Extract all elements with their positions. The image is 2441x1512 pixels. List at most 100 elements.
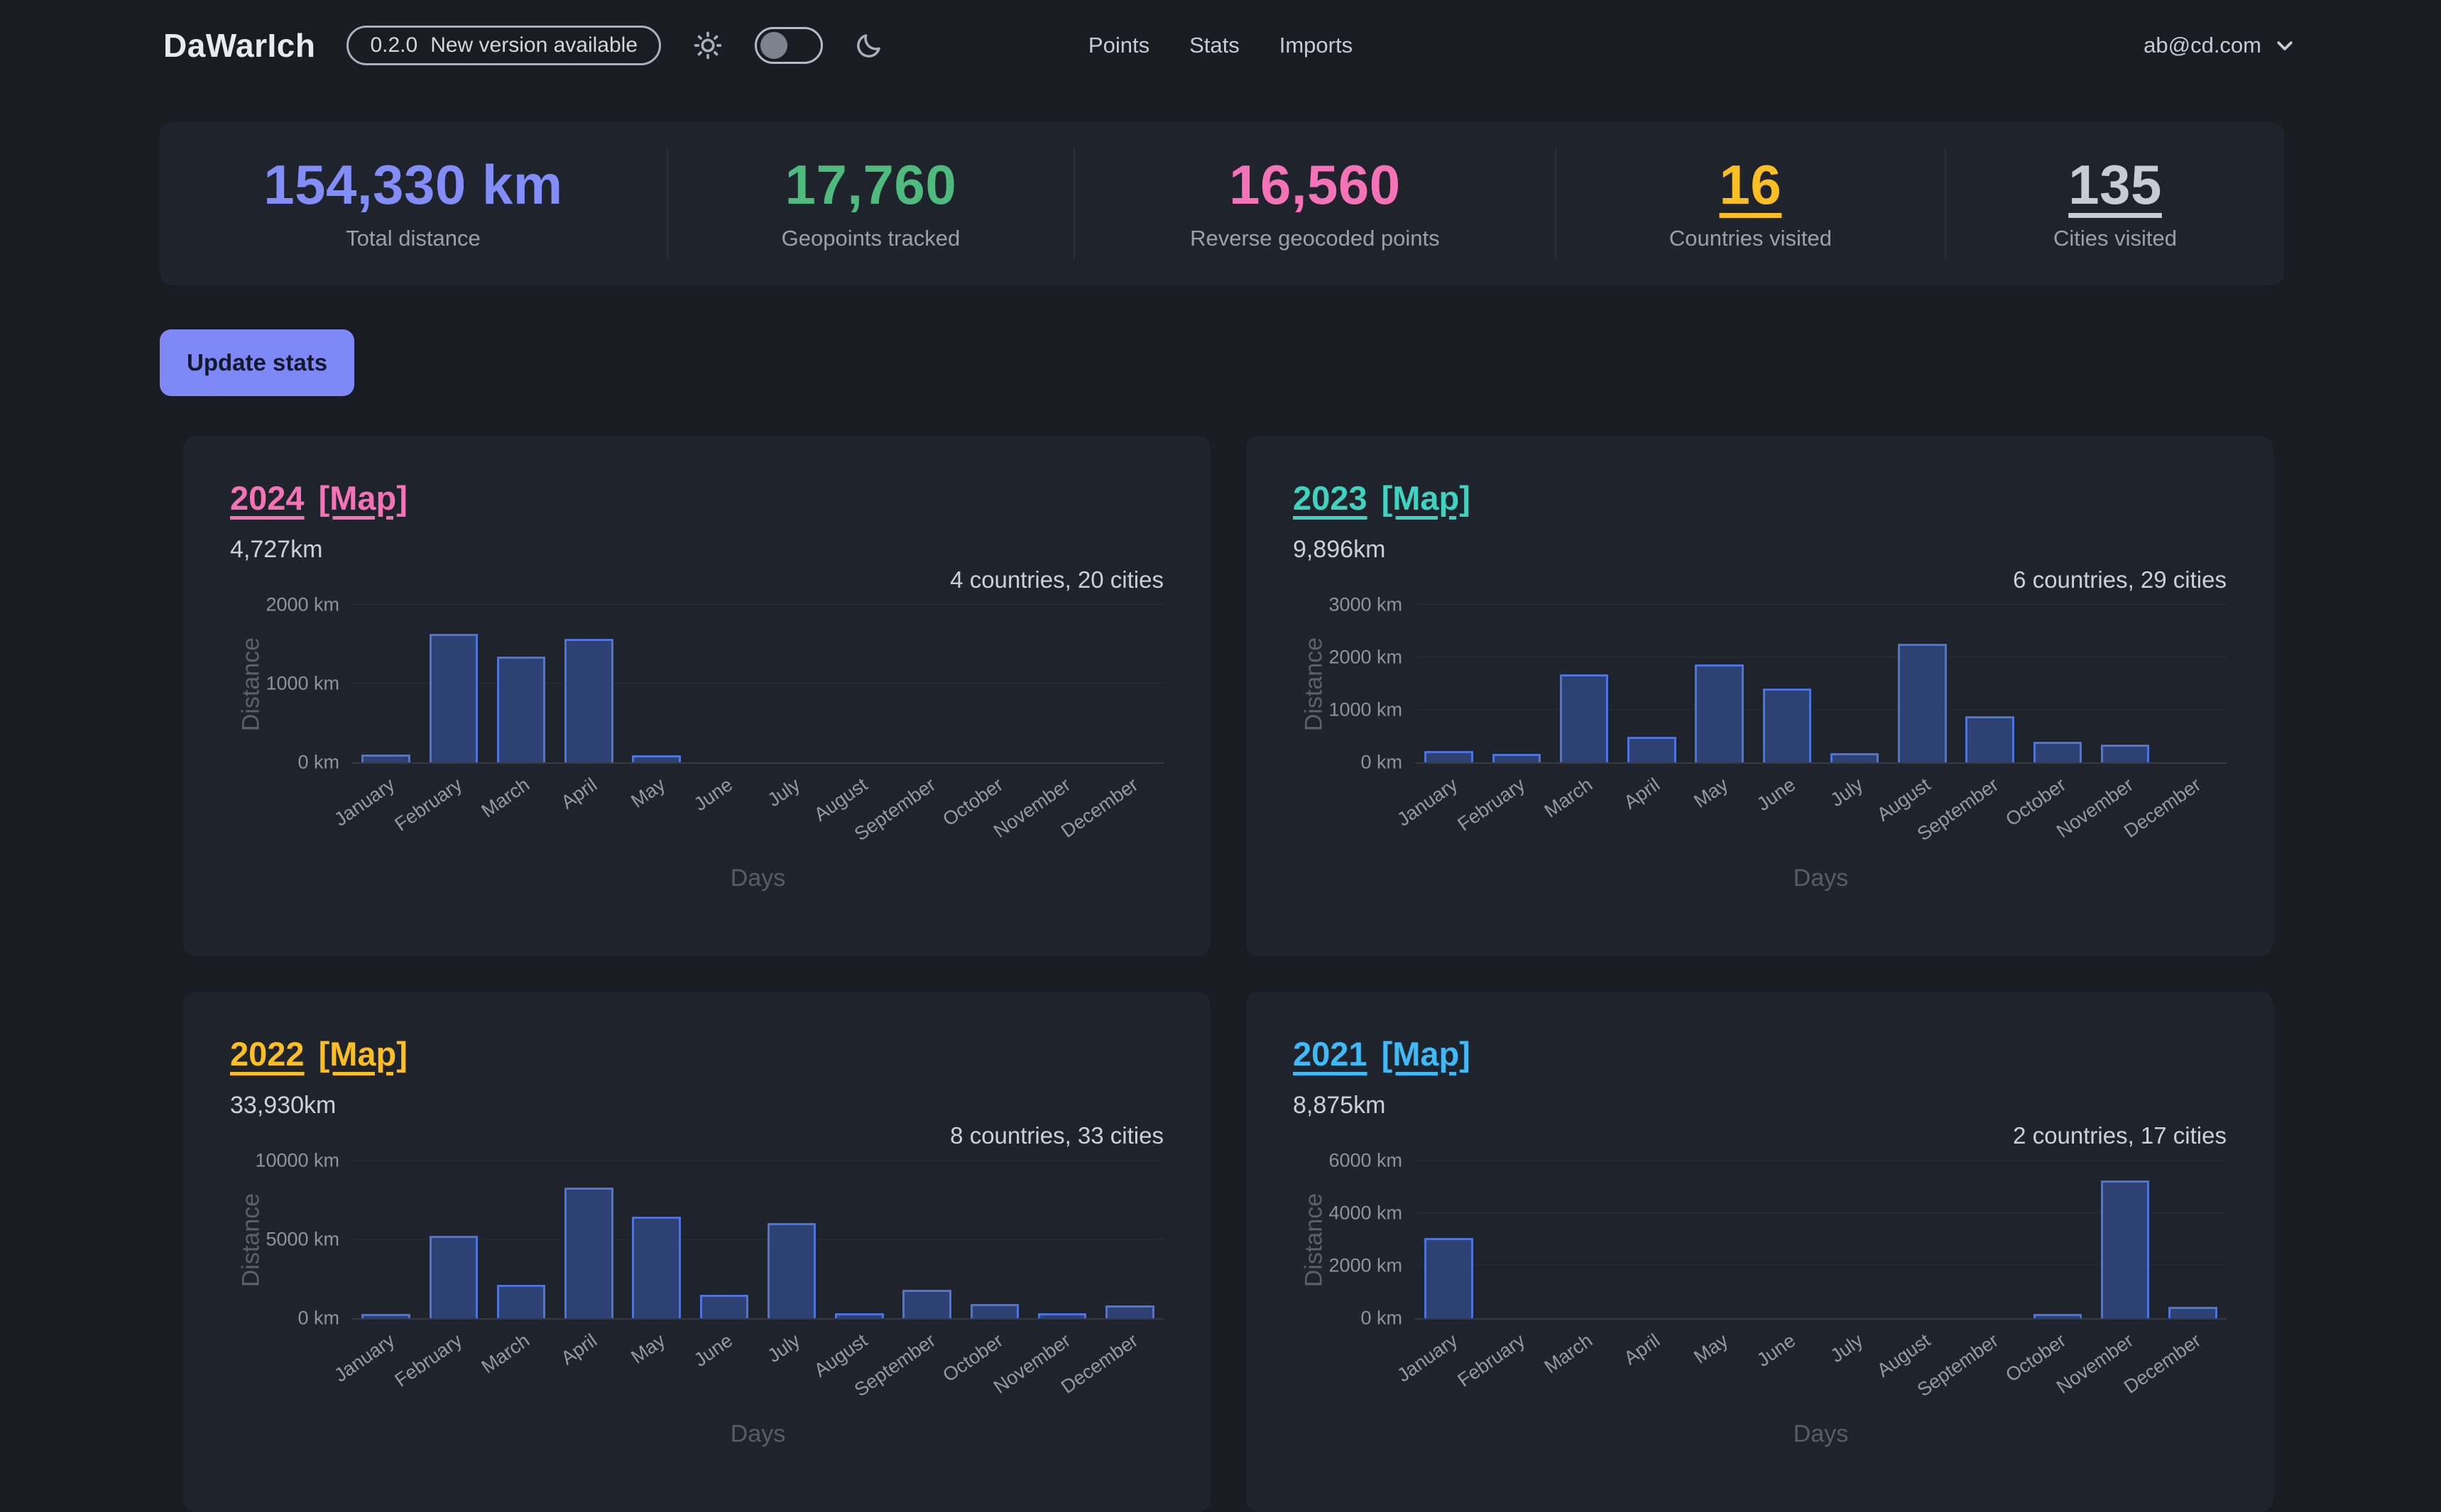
bar-slot-february (1482, 605, 1550, 762)
bar-slot-february (420, 605, 487, 762)
stat-label: Countries visited (1669, 226, 1832, 251)
bar-slot-july (1821, 1161, 1889, 1318)
bar-slot-april (555, 1161, 623, 1318)
bar-april (564, 639, 613, 762)
bar-january (361, 755, 410, 762)
bar-april (1627, 737, 1676, 762)
bar-slot-october (2024, 605, 2091, 762)
bar-december (2168, 1307, 2217, 1318)
bar-slot-september (893, 1161, 961, 1318)
map-link-2024[interactable]: [Map] (319, 478, 408, 517)
bar-may (1695, 664, 1744, 762)
x-axis-labels: JanuaryFebruaryMarchAprilMayJuneJulyAugu… (1415, 764, 2227, 865)
nav-link-points[interactable]: Points (1088, 33, 1149, 58)
bar-january (361, 1314, 410, 1318)
bars-row (352, 605, 1164, 762)
bar-july (1830, 753, 1879, 762)
y-tick-label: 2000 km (1296, 1254, 1402, 1276)
bar-august (835, 1313, 884, 1318)
stat-cell: 16 Countries visited (1555, 149, 1945, 258)
version-message: New version available (430, 33, 638, 57)
bar-august (1898, 644, 1947, 762)
year-link-2021[interactable]: 2021 (1293, 1034, 1367, 1073)
x-axis-labels: JanuaryFebruaryMarchAprilMayJuneJulyAugu… (352, 1320, 1164, 1420)
year-countries-cities: 4 countries, 20 cities (230, 566, 1164, 593)
year-card-header: 2023 [Map] (1293, 478, 2227, 517)
bar-october (2033, 1314, 2082, 1318)
map-link-2022[interactable]: [Map] (319, 1034, 408, 1073)
bar-slot-july (758, 605, 826, 762)
chevron-down-icon (2274, 35, 2295, 56)
bar-slot-september (1956, 1161, 2024, 1318)
bar-slot-september (893, 605, 961, 762)
bar-november (2101, 1180, 2150, 1318)
stat-value: 17,760 (785, 156, 957, 214)
bar-slot-december (1096, 1161, 1164, 1318)
year-distance: 4,727km (230, 536, 1164, 564)
stat-value: 16,560 (1229, 156, 1401, 214)
y-tick-label: 0 km (1296, 751, 1402, 773)
bar-september (1965, 716, 2014, 762)
bar-slot-november (2092, 605, 2159, 762)
bar-slot-january (352, 1161, 420, 1318)
bar-slot-may (623, 605, 690, 762)
stat-value[interactable]: 16 (1720, 156, 1782, 214)
bar-slot-july (1821, 605, 1889, 762)
distance-bar-chart: Distance0 km1000 km2000 km3000 kmJanuary… (1293, 605, 2227, 892)
y-tick-label: 4000 km (1296, 1202, 1402, 1224)
bar-january (1424, 1238, 1473, 1318)
year-link-2022[interactable]: 2022 (230, 1034, 305, 1073)
top-nav: DaWarIch 0.2.0 New version available Poi… (0, 0, 2441, 91)
stat-cell: 17,760 Geopoints tracked (667, 149, 1074, 258)
bar-february (430, 1236, 479, 1317)
year-link-2024[interactable]: 2024 (230, 478, 305, 517)
y-tick-label: 2000 km (233, 593, 339, 615)
bar-slot-june (690, 605, 758, 762)
bar-slot-december (1096, 605, 1164, 762)
bar-may (632, 755, 681, 762)
stat-value[interactable]: 135 (2068, 156, 2162, 214)
year-card-header: 2022 [Map] (230, 1034, 1164, 1073)
bar-december (1105, 1305, 1154, 1318)
bar-slot-june (1753, 1161, 1820, 1318)
x-axis-labels: JanuaryFebruaryMarchAprilMayJuneJulyAugu… (352, 764, 1164, 865)
distance-bar-chart: Distance0 km5000 km10000 kmJanuaryFebrua… (230, 1161, 1164, 1448)
stat-cell: 154,330 kmTotal distance (160, 149, 667, 258)
update-stats-button[interactable]: Update stats (160, 329, 354, 396)
app-logo[interactable]: DaWarIch (163, 26, 315, 65)
stat-label: Total distance (346, 226, 481, 251)
sun-icon (692, 30, 723, 61)
chart-plot-area: 0 km1000 km2000 km3000 km (1415, 605, 2227, 764)
bar-slot-april (555, 605, 623, 762)
bar-april (564, 1188, 613, 1318)
bar-slot-july (758, 1161, 826, 1318)
bar-slot-november (1029, 1161, 1096, 1318)
year-link-2023[interactable]: 2023 (1293, 478, 1367, 517)
theme-toggle[interactable] (755, 27, 823, 64)
bar-slot-january (1415, 605, 1482, 762)
bar-october (971, 1304, 1020, 1318)
bar-june (1763, 689, 1812, 762)
bars-row (1415, 1161, 2227, 1318)
bar-slot-june (690, 1161, 758, 1318)
bar-february (1492, 754, 1541, 762)
map-link-2023[interactable]: [Map] (1382, 478, 1470, 517)
bar-march (497, 1285, 546, 1318)
bar-slot-october (2024, 1161, 2091, 1318)
map-link-2021[interactable]: [Map] (1382, 1034, 1470, 1073)
bar-january (1424, 751, 1473, 762)
nav-link-stats[interactable]: Stats (1189, 33, 1240, 58)
distance-bar-chart: Distance0 km2000 km4000 km6000 kmJanuary… (1293, 1161, 2227, 1448)
user-menu[interactable]: ab@cd.com (2144, 33, 2295, 58)
bar-slot-august (826, 1161, 893, 1318)
bar-july (768, 1223, 817, 1318)
stat-label: Geopoints tracked (782, 226, 961, 251)
bar-march (1560, 674, 1609, 762)
version-badge[interactable]: 0.2.0 New version available (346, 26, 661, 65)
bars-row (352, 1161, 1164, 1318)
bar-slot-december (2159, 1161, 2227, 1318)
bar-february (430, 634, 479, 762)
nav-link-imports[interactable]: Imports (1279, 33, 1353, 58)
bar-slot-january (1415, 1161, 1482, 1318)
bar-november (2101, 745, 2150, 762)
